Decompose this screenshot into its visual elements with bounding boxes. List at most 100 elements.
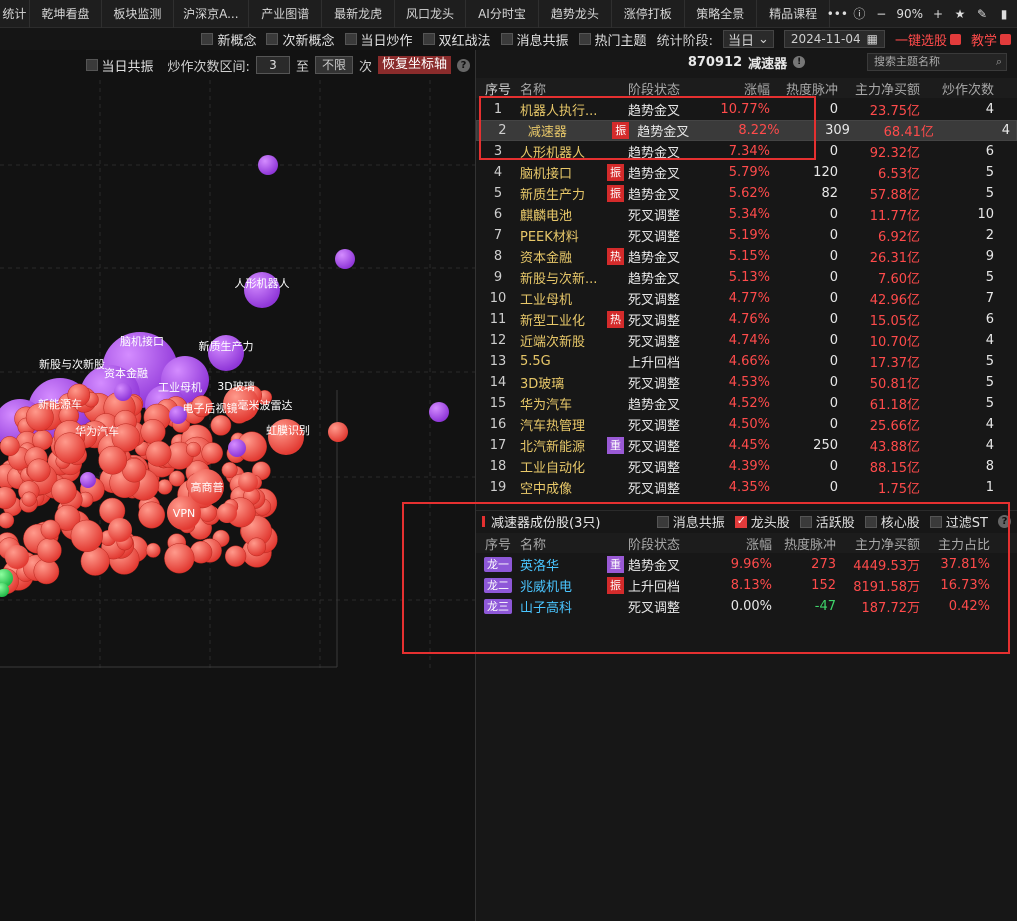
- constituent-filter-option[interactable]: 活跃股: [799, 512, 855, 531]
- bubble[interactable]: [217, 503, 237, 523]
- bubble[interactable]: [429, 402, 449, 422]
- stock-name[interactable]: 兆威机电振: [520, 576, 628, 595]
- table-row[interactable]: 10 工业母机 死叉调整 4.77% 0 42.96亿 7: [476, 288, 1017, 309]
- checkbox[interactable]: [864, 515, 877, 528]
- zoom-out-icon[interactable]: −: [874, 7, 888, 21]
- filter-double-red[interactable]: 双红战法: [422, 30, 491, 49]
- tab-wind-leader[interactable]: 风口龙头: [395, 0, 467, 28]
- filter-daily-hype[interactable]: 当日炒作: [344, 30, 413, 49]
- theme-name[interactable]: 工业母机: [520, 289, 628, 308]
- checkbox[interactable]: [799, 515, 812, 528]
- stock-name[interactable]: 英洛华重: [520, 555, 628, 574]
- theme-name[interactable]: 3D玻璃: [520, 373, 628, 392]
- bubble[interactable]: [114, 383, 132, 401]
- bubble[interactable]: [108, 518, 132, 542]
- tutorial-button[interactable]: 教学: [971, 30, 1011, 49]
- stock-name[interactable]: 山子高科: [520, 597, 628, 616]
- bubble[interactable]: [27, 458, 51, 483]
- theme-name[interactable]: 近端次新股: [520, 331, 628, 350]
- bubble[interactable]: [33, 558, 60, 585]
- checkbox[interactable]: [656, 515, 669, 528]
- checkbox[interactable]: [344, 33, 357, 45]
- table-row[interactable]: 12 近端次新股 死叉调整 4.74% 0 10.70亿 4: [476, 330, 1017, 351]
- tab-sector-monitor[interactable]: 板块监测: [102, 0, 174, 28]
- table-row[interactable]: 5 新质生产力振趋势金叉 5.62% 82 57.88亿 5: [476, 183, 1017, 204]
- table-row[interactable]: 6 麒麟电池 死叉调整 5.34% 0 11.77亿 10: [476, 204, 1017, 225]
- bubble[interactable]: [51, 478, 77, 504]
- range-max-input[interactable]: 不限: [314, 56, 353, 74]
- bubble[interactable]: [40, 519, 61, 540]
- bubble[interactable]: [335, 249, 355, 269]
- bubble[interactable]: [36, 537, 62, 563]
- same-day-resonance-checkbox[interactable]: 当日共振: [85, 56, 154, 75]
- tab-ai-timeshare[interactable]: AI分时宝: [466, 0, 539, 28]
- range-min-input[interactable]: 3: [255, 56, 290, 74]
- table-row[interactable]: 18 工业自动化 死叉调整 4.39% 0 88.15亿 8: [476, 456, 1017, 477]
- bubble[interactable]: [168, 470, 185, 487]
- theme-name[interactable]: 工业自动化: [520, 457, 628, 476]
- bubble[interactable]: [328, 422, 348, 442]
- filter-hot-topic[interactable]: 热门主题: [578, 30, 647, 49]
- star-icon[interactable]: ★: [953, 7, 967, 21]
- zoom-in-icon[interactable]: +: [931, 7, 945, 21]
- bubble[interactable]: [185, 441, 202, 457]
- table-row[interactable]: 15 华为汽车 趋势金叉 4.52% 0 61.18亿 5: [476, 393, 1017, 414]
- bubble[interactable]: [145, 542, 161, 558]
- bubble[interactable]: [228, 439, 246, 457]
- theme-search-input[interactable]: 搜索主题名称 ⌕: [867, 53, 1007, 71]
- table-row[interactable]: 13 5.5G 上升回档 4.66% 0 17.37亿 5: [476, 351, 1017, 372]
- filter-new-concept[interactable]: 新概念: [201, 30, 256, 49]
- theme-name[interactable]: 5.5G: [520, 354, 628, 369]
- tab-courses[interactable]: 精品课程: [757, 0, 831, 28]
- constituent-row[interactable]: 龙三 山子高科 死叉调整 0.00% -47 187.72万 0.42%: [476, 596, 1017, 617]
- tab-trend-leader[interactable]: 趋势龙头: [539, 0, 613, 28]
- table-row[interactable]: 2 减速器振趋势金叉 8.22% 309 68.41亿 4: [476, 120, 1017, 141]
- constituent-filter-option[interactable]: 消息共振: [656, 512, 725, 531]
- theme-name[interactable]: PEEK材料: [520, 226, 628, 245]
- table-row[interactable]: 17 北汽新能源重死叉调整 4.45% 250 43.88亿 4: [476, 435, 1017, 456]
- alert-icon[interactable]: ⓘ: [852, 7, 866, 21]
- checkbox[interactable]: [422, 33, 435, 45]
- bubble[interactable]: [70, 519, 103, 553]
- help-icon[interactable]: ?: [998, 515, 1011, 528]
- constituent-filter-option[interactable]: 过滤ST: [929, 512, 988, 531]
- theme-name[interactable]: 汽车热管理: [520, 415, 628, 434]
- tab-latest-dragon-tiger[interactable]: 最新龙虎: [322, 0, 395, 28]
- bubble[interactable]: [138, 501, 166, 529]
- table-row[interactable]: 4 脑机接口振趋势金叉 5.79% 120 6.53亿 5: [476, 162, 1017, 183]
- checkbox[interactable]: [201, 33, 214, 45]
- checkbox[interactable]: [734, 514, 747, 528]
- table-row[interactable]: 19 空中成像 死叉调整 4.35% 0 1.75亿 1: [476, 477, 1017, 498]
- table-row[interactable]: 7 PEEK材料 死叉调整 5.19% 0 6.92亿 2: [476, 225, 1017, 246]
- theme-name[interactable]: 空中成像: [520, 478, 628, 497]
- bubble[interactable]: [21, 491, 37, 507]
- bubble[interactable]: [238, 472, 258, 492]
- checkbox[interactable]: [500, 33, 513, 45]
- bubble-chart[interactable]: 人形机器人脑机接口 新质生产力新股与次新股资本金融工业母机 3D玻璃毫米波雷达电子后…: [0, 50, 476, 921]
- theme-name[interactable]: 机器人执行...: [520, 100, 628, 119]
- date-picker[interactable]: 2024-11-04 ▦: [783, 30, 885, 48]
- table-row[interactable]: 16 汽车热管理 死叉调整 4.50% 0 25.66亿 4: [476, 414, 1017, 435]
- period-select[interactable]: 当日 ⌄: [722, 30, 774, 49]
- bubble[interactable]: [80, 472, 96, 488]
- theme-name[interactable]: 北汽新能源重: [520, 436, 628, 455]
- theme-name[interactable]: 减速器振: [528, 121, 633, 140]
- table-row[interactable]: 9 新股与次新... 趋势金叉 5.13% 0 7.60亿 5: [476, 267, 1017, 288]
- tab-strategy[interactable]: 策略全景: [685, 0, 757, 28]
- tab-industry-map[interactable]: 产业图谱: [249, 0, 323, 28]
- panel-icon[interactable]: ▮: [997, 7, 1011, 21]
- bubble[interactable]: [258, 155, 278, 175]
- tab-shsz-a[interactable]: 沪深京A...: [174, 0, 249, 28]
- table-row[interactable]: 14 3D玻璃 死叉调整 4.53% 0 50.81亿 5: [476, 372, 1017, 393]
- checkbox[interactable]: [578, 33, 591, 45]
- theme-name[interactable]: 麒麟电池: [520, 205, 628, 224]
- bubble[interactable]: [0, 512, 15, 529]
- checkbox[interactable]: [266, 33, 279, 45]
- info-icon[interactable]: !: [793, 56, 806, 68]
- table-row[interactable]: 11 新型工业化热死叉调整 4.76% 0 15.05亿 6: [476, 309, 1017, 330]
- bubble[interactable]: [98, 445, 128, 475]
- constituent-row[interactable]: 龙二 兆威机电振上升回档 8.13% 152 8191.58万 16.73%: [476, 575, 1017, 596]
- table-row[interactable]: 1 机器人执行... 趋势金叉 10.77% 0 23.75亿 4: [476, 99, 1017, 120]
- constituent-row[interactable]: 龙一 英洛华重趋势金叉 9.96% 273 4449.53万 37.81%: [476, 554, 1017, 575]
- theme-name[interactable]: 新股与次新...: [520, 268, 628, 287]
